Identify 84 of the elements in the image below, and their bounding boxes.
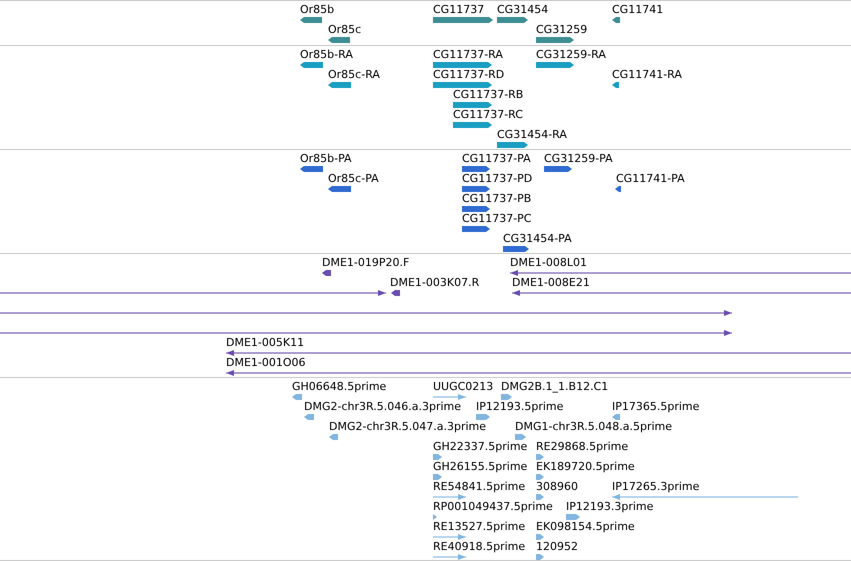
feature-line[interactable] (226, 349, 851, 357)
feature-arrow[interactable] (462, 225, 490, 233)
feature-arrow[interactable] (453, 101, 492, 109)
feature-label: RE29868.5prime (536, 440, 628, 453)
feature-arrow[interactable] (453, 121, 492, 129)
feature-label: Or85c-RA (328, 68, 380, 81)
feature-arrow[interactable] (300, 16, 322, 24)
feature-label: 120952 (536, 540, 578, 553)
feature-label: CG31454 (497, 3, 548, 16)
feature-label: RE40918.5prime (433, 540, 526, 553)
feature-label: 308960 (536, 480, 578, 493)
feature-arrow[interactable] (503, 245, 529, 253)
feature-label: CG11737 (433, 3, 484, 16)
feature-label: CG11741-RA (612, 68, 682, 81)
feature-label: CG31259-PA (544, 152, 613, 165)
feature-label: DMG2B.1_1.B12.C1 (501, 380, 608, 393)
feature-line[interactable] (0, 309, 732, 317)
feature-label: CG11737-PD (462, 172, 532, 185)
feature-line[interactable] (510, 269, 851, 277)
feature-label: IP12193.3prime (566, 500, 654, 513)
feature-label: DME1-008L01 (510, 256, 587, 269)
feature-label: CG11737-PB (462, 192, 532, 205)
feature-label: GH06648.5prime (292, 380, 386, 393)
feature-label: CG31454-PA (503, 232, 572, 245)
feature-arrow[interactable] (536, 36, 574, 44)
feature-label: DME1-008E21 (512, 276, 590, 289)
feature-label: Or85c-PA (328, 172, 379, 185)
feature-label: CG11737-PA (462, 152, 531, 165)
feature-label: CG11737-RB (453, 88, 524, 101)
feature-label: GH22337.5prime (433, 440, 528, 453)
feature-arrow[interactable] (322, 269, 331, 277)
feature-label: DME1-003K07.R (390, 276, 480, 289)
feature-label: IP12193.5prime (476, 400, 564, 413)
feature-arrow[interactable] (433, 16, 493, 24)
feature-label: CG11741-PA (616, 172, 685, 185)
feature-label: DME1-001O06 (226, 356, 306, 369)
feature-label: RE54841.5prime (433, 480, 526, 493)
feature-line[interactable] (226, 369, 851, 377)
feature-arrow[interactable] (433, 81, 492, 89)
feature-arrow[interactable] (615, 185, 621, 193)
feature-label: CG31259 (536, 23, 588, 36)
feature-label: DME1-019P20.F (322, 256, 410, 269)
feature-arrow[interactable] (462, 185, 490, 193)
feature-arrow[interactable] (536, 61, 574, 69)
feature-label: DMG1-chr3R.5.048.a.5prime (515, 420, 672, 433)
feature-arrow[interactable] (462, 165, 490, 173)
feature-label: CG11737-RC (453, 108, 523, 121)
feature-label: IP17365.5prime (612, 400, 700, 413)
feature-label: RE13527.5prime (433, 520, 526, 533)
feature-label: Or85b-PA (300, 152, 352, 165)
feature-label: EK189720.5prime (536, 460, 635, 473)
feature-label: CG11737-RA (433, 48, 503, 61)
feature-label: UUGC0213 (433, 380, 494, 393)
feature-label: CG11741 (612, 3, 664, 16)
feature-label: CG31454-RA (497, 128, 567, 141)
feature-label: CG31259-RA (536, 48, 606, 61)
feature-arrow[interactable] (544, 165, 572, 173)
feature-arrow[interactable] (328, 81, 351, 89)
feature-arrow[interactable] (497, 141, 528, 149)
feature-label: RP001049437.5prime (433, 500, 553, 513)
feature-label: GH26155.5prime (433, 460, 528, 473)
feature-arrow[interactable] (462, 205, 490, 213)
feature-line[interactable] (512, 289, 851, 297)
feature-arrow[interactable] (433, 61, 492, 69)
feature-line[interactable] (0, 329, 732, 337)
feature-label: EK098154.5prime (536, 520, 635, 533)
feature-label: CG11737-PC (462, 212, 532, 225)
feature-line[interactable] (0, 289, 386, 297)
feature-arrow[interactable] (300, 165, 323, 173)
feature-arrow[interactable] (328, 185, 351, 193)
feature-arrow[interactable] (328, 36, 350, 44)
feature-arrow[interactable] (391, 289, 400, 297)
feature-label: DMG2-chr3R.5.046.a.3prime (304, 400, 462, 413)
feature-arrow[interactable] (612, 16, 620, 24)
feature-arrow[interactable] (300, 61, 323, 69)
feature-label: CG11737-RD (433, 68, 504, 81)
feature-label: DMG2-chr3R.5.047.a.3prime (329, 420, 486, 433)
feature-label: Or85b (300, 3, 334, 16)
feature-label: DME1-005K11 (226, 336, 304, 349)
feature-label: IP17265.3prime (612, 480, 700, 493)
feature-arrow[interactable] (497, 16, 528, 24)
feature-label: Or85b-RA (300, 48, 353, 61)
feature-arrow[interactable] (612, 81, 619, 89)
feature-label: Or85c (328, 23, 362, 36)
